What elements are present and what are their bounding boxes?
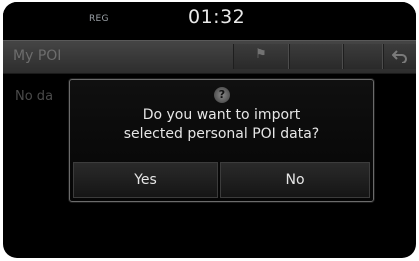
status-bar: REG 01:32	[3, 2, 416, 38]
dialog-message-line1: Do you want to import	[142, 107, 301, 123]
back-button[interactable]	[383, 44, 416, 69]
clock: 01:32	[188, 6, 246, 28]
question-icon: ?	[214, 87, 230, 103]
dialog-message: Do you want to import selected personal …	[70, 106, 373, 144]
screen: REG 01:32 My POI ⚑ No da ? Do you want t…	[3, 2, 416, 258]
title-bar: My POI ⚑	[3, 40, 416, 74]
reg-indicator: REG	[89, 14, 109, 24]
menu-button-2[interactable]	[343, 44, 383, 69]
gps-button[interactable]: ⚑	[233, 44, 289, 69]
import-dialog: ? Do you want to import selected persona…	[69, 79, 374, 202]
back-icon	[392, 50, 407, 63]
dialog-message-line2: selected personal POI data?	[123, 126, 320, 142]
yes-button[interactable]: Yes	[73, 162, 218, 198]
menu-button-1[interactable]	[289, 44, 343, 69]
gps-icon: ⚑	[255, 47, 267, 62]
page-title: My POI	[13, 48, 62, 64]
no-button[interactable]: No	[220, 162, 370, 198]
empty-list-text: No da	[15, 89, 54, 104]
